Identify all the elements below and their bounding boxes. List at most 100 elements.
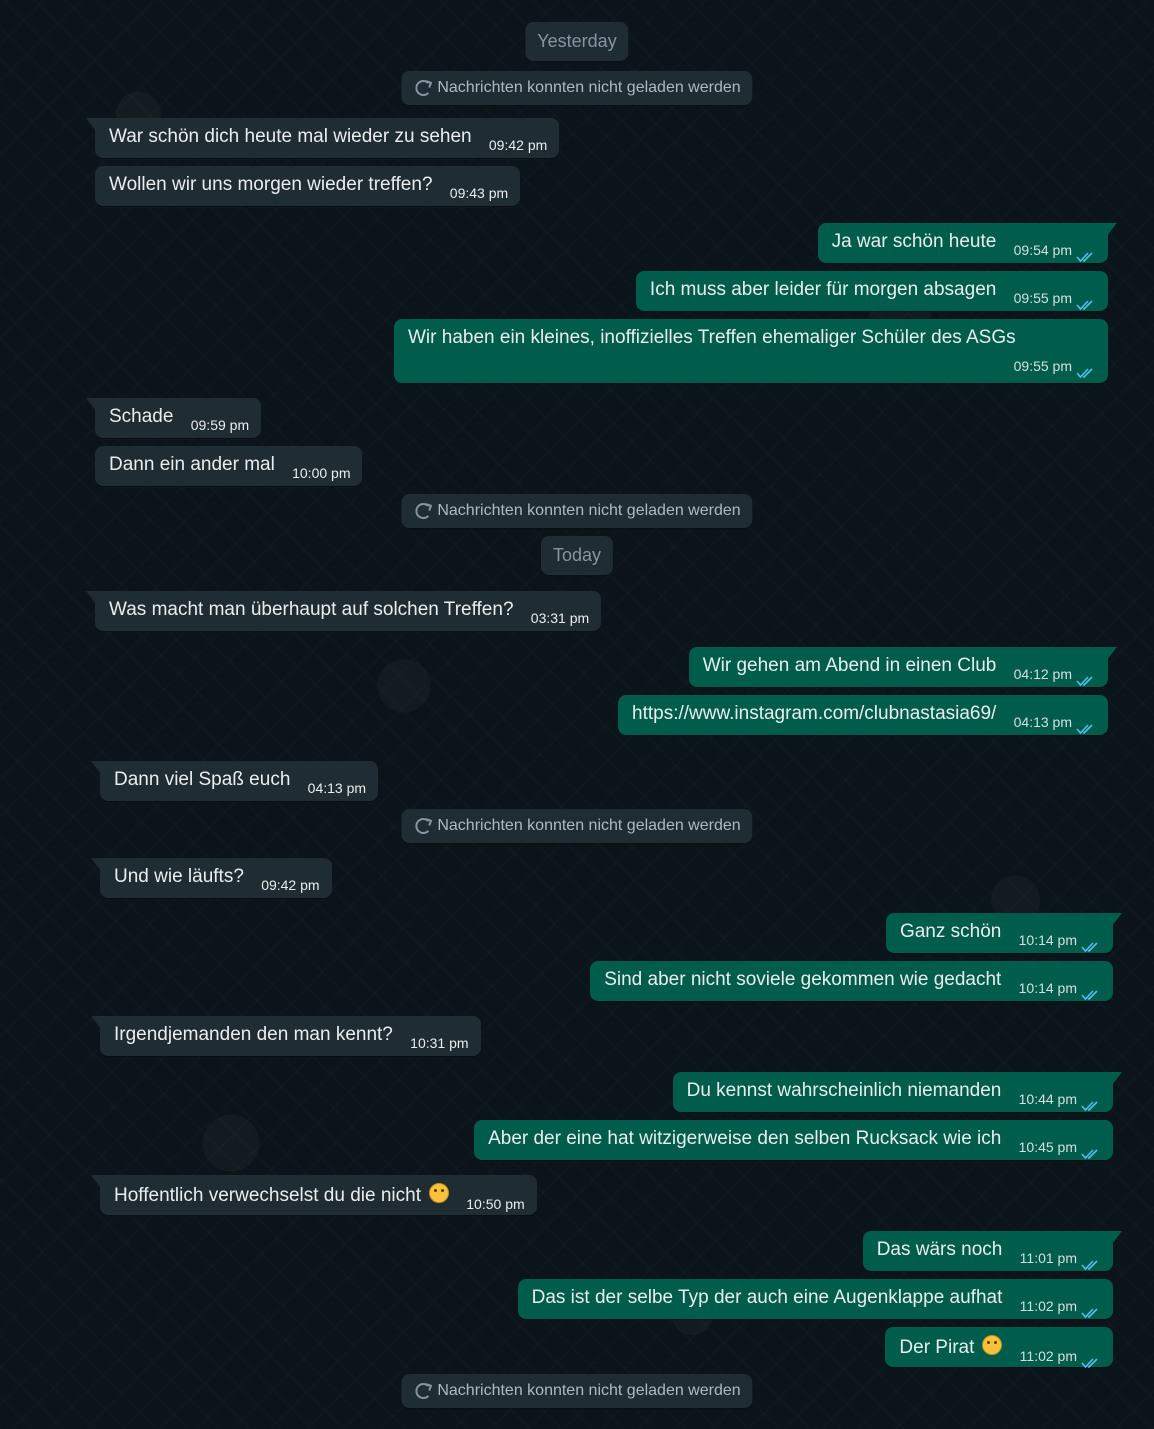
- day-divider-today: Today: [540, 536, 614, 575]
- message-time: 10:44 pm: [1018, 1088, 1101, 1112]
- outgoing-message[interactable]: Ja war schön heute 09:54 pm: [817, 223, 1118, 263]
- message-text: Wir gehen am Abend in einen Club: [702, 655, 997, 676]
- outgoing-message[interactable]: Wir gehen am Abend in einen Club 04:12 p…: [688, 647, 1118, 687]
- time-label: 04:13 pm: [307, 780, 367, 796]
- reload-icon: [415, 1383, 432, 1399]
- time-label: 10:44 pm: [1018, 1091, 1077, 1107]
- message-text: Wollen wir uns morgen wieder treffen?: [109, 174, 433, 195]
- message-text: Und wie läufts?: [114, 866, 244, 887]
- message-link[interactable]: https://www.instagram.com/clubnastasia69…: [632, 703, 996, 725]
- message-time: 09:55 pm: [1013, 287, 1096, 311]
- incoming-message[interactable]: Wollen wir uns morgen wieder treffen? 09…: [95, 166, 521, 206]
- double-check-icon: [1076, 368, 1093, 379]
- message-text: Hoffentlich verwechselst du die nicht: [114, 1185, 421, 1206]
- message-time: 04:13 pm: [308, 777, 366, 799]
- message-text: Dann ein ander mal: [109, 454, 275, 475]
- chat-conversation: Yesterday Nachrichten konnten nicht gela…: [0, 0, 1154, 1429]
- message-text: Schade: [109, 406, 174, 427]
- message-text: Das wärs noch: [876, 1239, 1003, 1260]
- load-error-notice: Nachrichten konnten nicht geladen werden: [401, 809, 753, 843]
- time-label: 10:14 pm: [1018, 932, 1077, 948]
- outgoing-message[interactable]: Sind aber nicht soviele gekommen wie ged…: [590, 961, 1113, 1001]
- message-text: Du kennst wahrscheinlich niemanden: [686, 1080, 1002, 1101]
- time-label: 04:13 pm: [1013, 714, 1072, 730]
- incoming-message[interactable]: Irgendjemanden den man kennt? 10:31 pm: [91, 1016, 481, 1056]
- double-check-icon: [1081, 1149, 1098, 1160]
- message-text: Der Pirat: [899, 1337, 975, 1358]
- incoming-message[interactable]: War schön dich heute mal wieder zu sehen…: [85, 118, 560, 158]
- message-time: 04:12 pm: [1013, 663, 1096, 687]
- time-label: 03:31 pm: [530, 610, 590, 626]
- rolling-on-floor-laughing-emoji: [982, 1335, 1003, 1355]
- message-time: 11:02 pm: [1019, 1345, 1101, 1369]
- incoming-message[interactable]: Dann ein ander mal 10:00 pm: [95, 446, 363, 486]
- double-check-icon: [1081, 990, 1098, 1001]
- message-time: 09:42 pm: [489, 134, 547, 156]
- time-label: 09:43 pm: [449, 185, 509, 201]
- message-time: 09:42 pm: [261, 874, 319, 896]
- incoming-message[interactable]: Hoffentlich verwechselst du die nicht 10…: [91, 1175, 537, 1215]
- outgoing-message[interactable]: Das wärs noch 11:01 pm: [862, 1231, 1123, 1271]
- load-error-notice: Nachrichten konnten nicht geladen werden: [401, 71, 753, 105]
- time-label: 11:02 pm: [1019, 1348, 1077, 1364]
- time-label: 09:55 pm: [1013, 290, 1072, 306]
- outgoing-message[interactable]: Der Pirat 11:02 pm: [885, 1327, 1113, 1369]
- load-error-notice: Nachrichten konnten nicht geladen werden: [401, 494, 753, 528]
- incoming-message[interactable]: Und wie läufts? 09:42 pm: [91, 858, 332, 898]
- time-label: 11:01 pm: [1019, 1250, 1077, 1266]
- double-check-icon: [1081, 1260, 1098, 1271]
- outgoing-message[interactable]: Ich muss aber leider für morgen absagen …: [635, 271, 1108, 311]
- time-label: 09:54 pm: [1013, 242, 1072, 258]
- time-label: 10:00 pm: [292, 465, 351, 481]
- outgoing-message[interactable]: Ganz schön 10:14 pm: [885, 913, 1123, 953]
- load-error-text: Nachrichten konnten nicht geladen werden: [437, 79, 741, 96]
- time-label: 09:59 pm: [190, 417, 250, 433]
- message-text: Ich muss aber leider für morgen absagen: [649, 279, 997, 300]
- outgoing-message[interactable]: Aber der eine hat witzigerweise den selb…: [474, 1120, 1113, 1160]
- load-error-text: Nachrichten konnten nicht geladen werden: [437, 1382, 741, 1399]
- outgoing-message[interactable]: Wir haben ein kleines, inoffizielles Tre…: [394, 319, 1108, 383]
- double-check-icon: [1081, 1358, 1098, 1369]
- message-time: 09:59 pm: [191, 414, 249, 436]
- reload-icon: [415, 80, 432, 96]
- load-error-text: Nachrichten konnten nicht geladen werden: [437, 502, 741, 519]
- message-time: 11:02 pm: [1019, 1295, 1101, 1319]
- incoming-message[interactable]: Was macht man überhaupt auf solchen Tref…: [85, 591, 602, 631]
- day-divider-yesterday: Yesterday: [525, 22, 629, 61]
- message-text: Aber der eine hat witzigerweise den selb…: [488, 1128, 1002, 1149]
- message-text: Ja war schön heute: [831, 231, 997, 252]
- incoming-message[interactable]: Dann viel Spaß euch 04:13 pm: [90, 761, 379, 801]
- incoming-message[interactable]: Schade 09:59 pm: [85, 398, 262, 438]
- time-label: 09:42 pm: [488, 137, 548, 153]
- load-error-notice: Nachrichten konnten nicht geladen werden: [401, 1374, 753, 1408]
- reload-icon: [415, 503, 432, 519]
- message-time: 11:01 pm: [1019, 1247, 1101, 1271]
- load-error-text: Nachrichten konnten nicht geladen werden: [437, 817, 741, 834]
- message-time: 10:00 pm: [292, 462, 350, 484]
- message-text: Wir haben ein kleines, inoffizielles Tre…: [408, 327, 1016, 348]
- time-label: 11:02 pm: [1019, 1298, 1077, 1314]
- message-text: Das ist der selbe Typ der auch eine Auge…: [531, 1287, 1003, 1308]
- time-label: 04:12 pm: [1013, 666, 1072, 682]
- message-time: 09:55 pm: [1014, 355, 1096, 379]
- reload-icon: [415, 818, 432, 834]
- time-label: 09:42 pm: [261, 877, 320, 893]
- outgoing-message[interactable]: Du kennst wahrscheinlich niemanden 10:44…: [672, 1072, 1123, 1112]
- double-check-icon: [1081, 1101, 1098, 1112]
- message-time: 10:50 pm: [466, 1193, 524, 1215]
- outgoing-message[interactable]: Das ist der selbe Typ der auch eine Auge…: [517, 1279, 1113, 1319]
- message-time: 10:31 pm: [410, 1032, 468, 1054]
- double-check-icon: [1076, 676, 1093, 687]
- message-text: Sind aber nicht soviele gekommen wie ged…: [604, 969, 1002, 990]
- message-time: 04:13 pm: [1013, 711, 1096, 735]
- time-label: 10:14 pm: [1018, 980, 1077, 996]
- double-check-icon: [1076, 300, 1093, 311]
- outgoing-message[interactable]: https://www.instagram.com/clubnastasia69…: [618, 695, 1108, 735]
- double-check-icon: [1076, 724, 1093, 735]
- time-label: 10:31 pm: [410, 1035, 469, 1051]
- message-time: 10:45 pm: [1019, 1136, 1101, 1160]
- double-check-icon: [1081, 942, 1098, 953]
- double-check-icon: [1081, 1308, 1098, 1319]
- message-text: War schön dich heute mal wieder zu sehen: [109, 126, 472, 147]
- message-time: 09:43 pm: [450, 182, 508, 204]
